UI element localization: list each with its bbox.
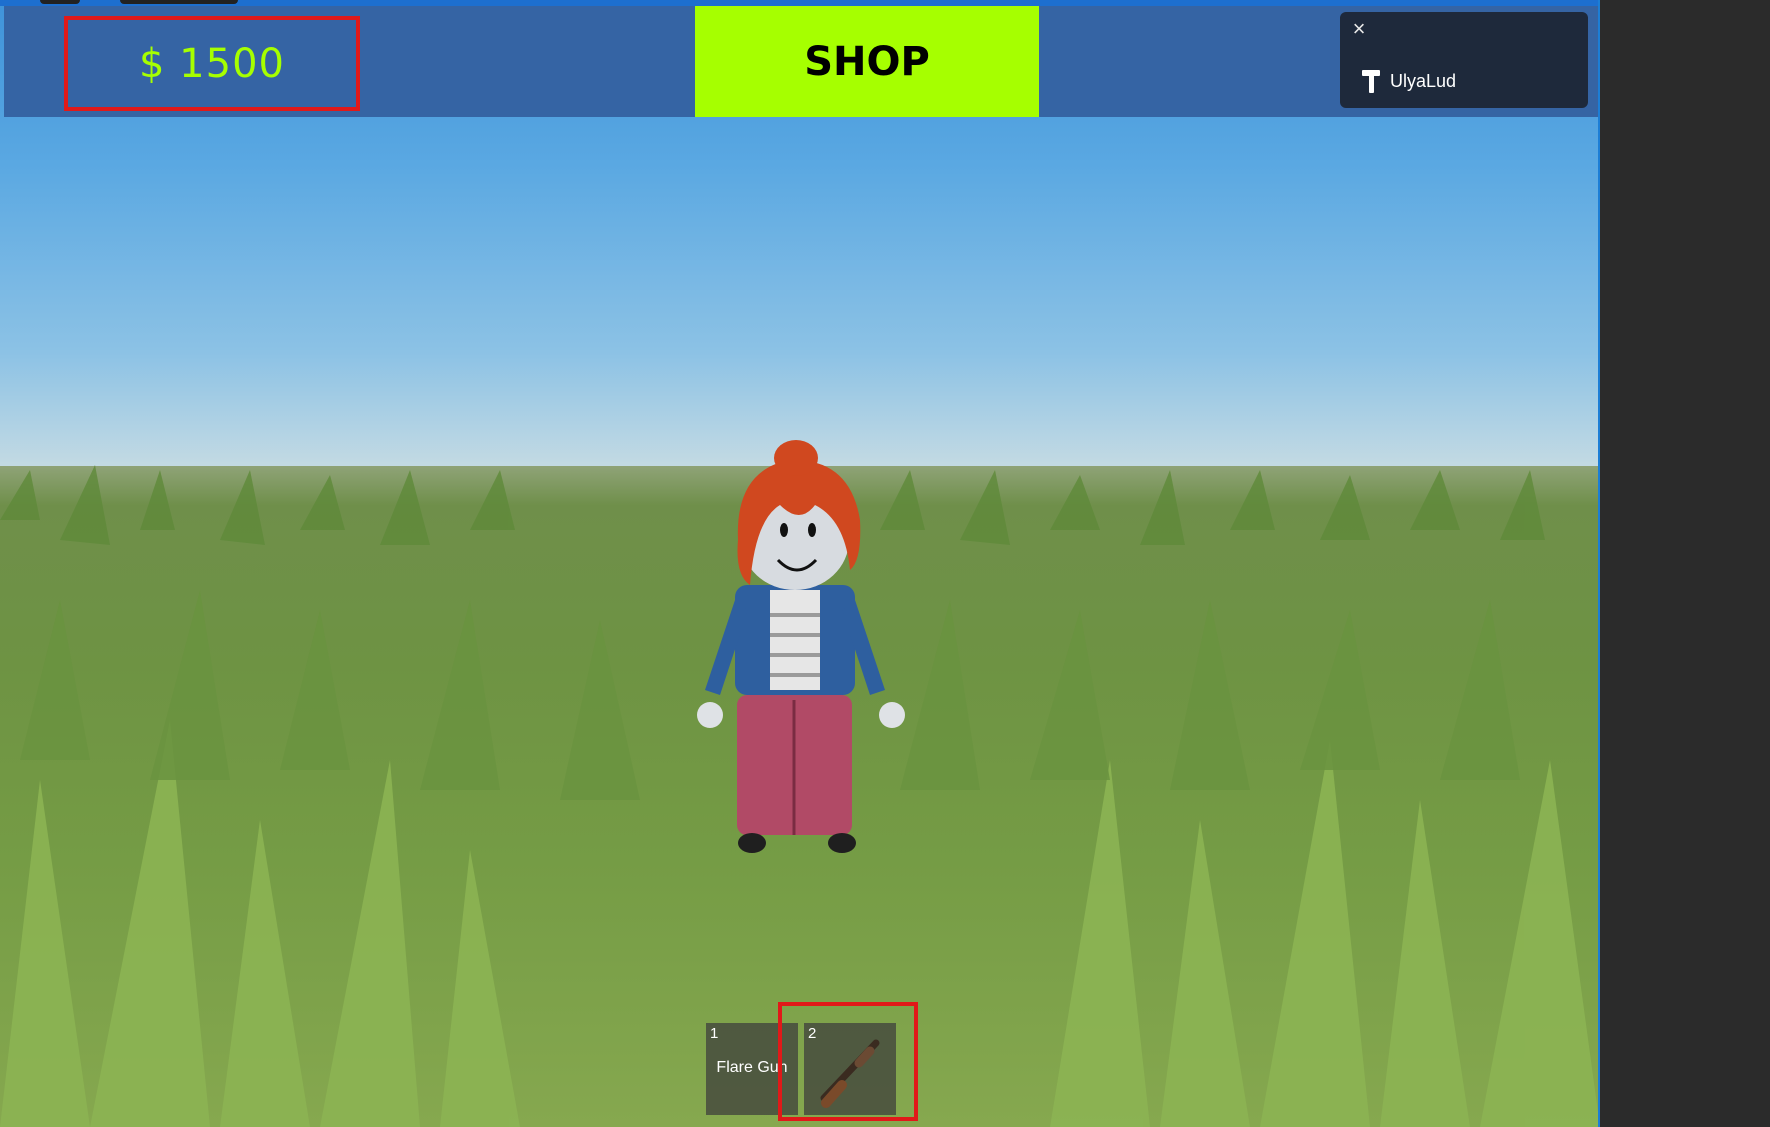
money-display: $ 1500 xyxy=(64,16,360,111)
shop-button[interactable]: SHOP xyxy=(695,6,1039,117)
username-label: UlyaLud xyxy=(1390,70,1457,91)
player-notification: × UlyaLud xyxy=(1340,12,1588,108)
close-icon[interactable]: × xyxy=(1348,18,1370,40)
side-panel xyxy=(1602,0,1770,1127)
roblox-menu-button[interactable] xyxy=(40,0,80,4)
avatar-character[interactable] xyxy=(697,440,905,853)
hammer-icon xyxy=(1362,70,1380,93)
selected-slot-highlight xyxy=(778,1002,918,1121)
shop-label: SHOP xyxy=(804,38,930,85)
slot-number: 1 xyxy=(710,1025,719,1042)
money-label: $ 1500 xyxy=(139,40,285,87)
roblox-chat-button[interactable] xyxy=(120,0,238,4)
notification-user: UlyaLud xyxy=(1360,68,1456,94)
game-viewport[interactable]: $ 1500 SHOP × UlyaLud 1 Flare Gun 2 xyxy=(0,0,1600,1127)
scene-art xyxy=(0,440,1598,1127)
